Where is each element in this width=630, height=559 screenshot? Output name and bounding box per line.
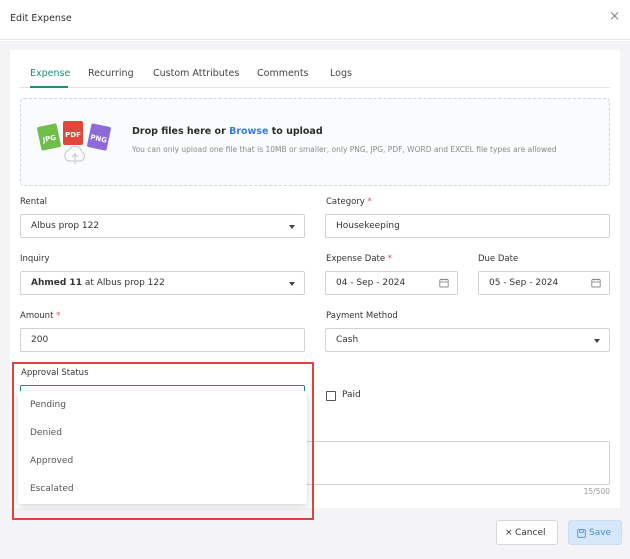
inquiry-label: Inquiry [20,254,50,264]
active-tab-indicator [30,86,68,88]
rental-label: Rental [20,197,48,207]
category-label: Category * [326,197,372,207]
due-date-value: 05 - Sep - 2024 [489,278,559,288]
file-types-icon: JPG PDF PNG [37,121,111,164]
save-icon [577,529,586,538]
tab-recurring[interactable]: Recurring [88,68,134,79]
expense-date-label: Expense Date * [326,254,393,264]
expense-date-input[interactable]: 04 - Sep - 2024 [325,271,458,295]
tab-logs[interactable]: Logs [330,68,352,79]
chevron-down-icon [289,282,295,286]
cancel-label: Cancel [515,528,546,538]
rental-select[interactable]: Albus prop 122 [20,214,305,238]
tab-comments[interactable]: Comments [257,68,309,79]
tab-expense[interactable]: Expense [30,68,70,79]
amount-value: 200 [31,335,49,345]
tab-custom-attributes[interactable]: Custom Attributes [153,68,239,79]
upload-hint: You can only upload one file that is 10M… [132,145,557,154]
notes-char-counter: 15/500 [583,487,610,496]
category-input[interactable]: Housekeeping [325,214,610,238]
expense-date-value: 04 - Sep - 2024 [336,278,406,288]
upload-title: Drop files here or Browse to upload [132,126,323,137]
svg-text:PDF: PDF [65,131,81,139]
paid-label: Paid [342,390,361,400]
dialog-header: Edit Expense × [0,0,630,40]
payment-method-select[interactable]: Cash [325,328,610,352]
notes-textarea[interactable] [305,441,610,485]
inquiry-select[interactable]: Ahmed 11 at Albus prop 122 [20,271,305,295]
cancel-button[interactable]: × Cancel [496,520,558,545]
save-label: Save [589,528,612,538]
chevron-down-icon [594,339,600,343]
due-date-input[interactable]: 05 - Sep - 2024 [478,271,610,295]
amount-label: Amount * [20,311,61,321]
payment-method-label: Payment Method [326,311,398,321]
close-icon: × [505,528,513,538]
calendar-icon[interactable] [439,278,449,288]
tab-bar: Expense Recurring Custom Attributes Comm… [20,66,610,88]
dialog-title: Edit Expense [10,13,72,24]
paid-checkbox[interactable] [326,391,336,401]
browse-link[interactable]: Browse [229,126,268,137]
rental-value: Albus prop 122 [31,221,100,231]
chevron-down-icon [289,225,295,229]
file-dropzone[interactable]: JPG PDF PNG Drop files here or Browse to… [20,98,610,186]
amount-input[interactable]: 200 [20,328,305,352]
inquiry-value: Ahmed 11 at Albus prop 122 [31,278,165,288]
save-button[interactable]: Save [568,520,622,545]
category-value: Housekeeping [336,221,400,231]
calendar-icon[interactable] [591,278,601,288]
highlight-box [12,362,314,520]
payment-method-value: Cash [336,335,359,345]
close-icon[interactable]: × [609,10,620,23]
due-date-label: Due Date [478,254,519,264]
